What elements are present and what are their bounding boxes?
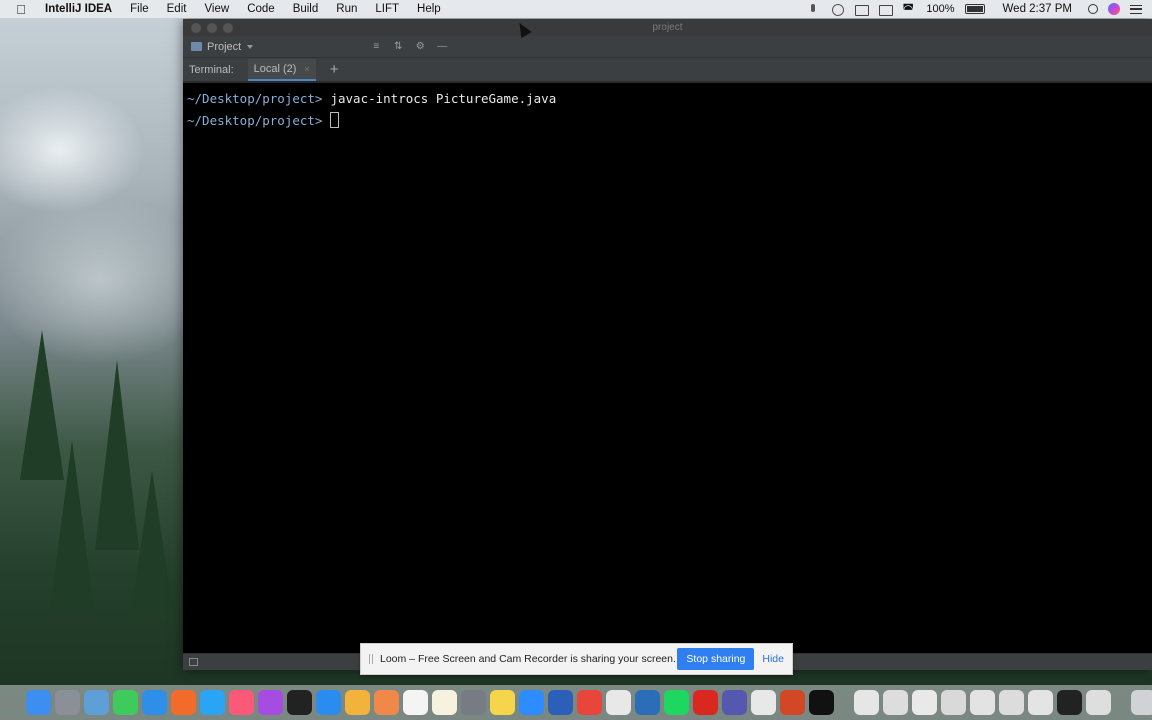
siri-icon[interactable]	[1108, 3, 1120, 15]
shell-prompt: ~/Desktop/project>	[187, 112, 323, 128]
terminal-tab-bar: Terminal: Local (2) × +	[183, 58, 1152, 82]
chat-icon[interactable]	[200, 690, 225, 715]
shell-command: javac-introcs PictureGame.java	[330, 90, 557, 106]
intellij-window: project Project ≡ ⇅ ⚙ — Terminal: Local …	[183, 19, 1152, 670]
loom-status-icon[interactable]	[830, 3, 845, 16]
doc-thumb-6-icon[interactable]	[999, 690, 1024, 715]
terminal-label: Terminal:	[189, 63, 234, 76]
doc-thumb-7-icon[interactable]	[1028, 690, 1053, 715]
appletv-icon[interactable]	[287, 690, 312, 715]
sharing-message: Loom – Free Screen and Cam Recorder is s…	[380, 653, 676, 665]
folder-icon	[191, 42, 202, 51]
collapse-all-icon[interactable]: ≡	[371, 41, 381, 52]
loom-sharing-banner: Loom – Free Screen and Cam Recorder is s…	[360, 643, 793, 675]
tab-local-2[interactable]: Local (2) ×	[247, 58, 316, 81]
messages-icon[interactable]	[113, 690, 138, 715]
text-cursor[interactable]	[330, 112, 340, 128]
menu-code[interactable]: Code	[238, 3, 284, 15]
wifi-icon[interactable]: ◚	[902, 3, 916, 15]
apple-menu-icon[interactable]: 	[14, 2, 28, 17]
chrome-icon[interactable]	[577, 690, 602, 715]
display-icon[interactable]	[878, 4, 894, 16]
terminal-line: ~/Desktop/project> javac-introcs PictureG…	[187, 87, 1148, 109]
scroll-from-source-icon[interactable]: ⇅	[393, 41, 403, 52]
battery-icon[interactable]	[964, 4, 985, 14]
menu-run[interactable]: Run	[327, 3, 366, 15]
gear-icon[interactable]: ⚙	[415, 41, 425, 52]
shell-prompt: ~/Desktop/project>	[187, 90, 323, 106]
menu-file[interactable]: File	[121, 3, 158, 15]
terminal-line: ~/Desktop/project>	[187, 109, 1148, 131]
teams-icon[interactable]	[722, 690, 747, 715]
slack-icon[interactable]	[751, 690, 776, 715]
new-terminal-tab-icon[interactable]: +	[330, 62, 339, 77]
doc-thumb-5-icon[interactable]	[970, 690, 995, 715]
menu-build[interactable]: Build	[284, 3, 328, 15]
acrobat-icon[interactable]	[693, 690, 718, 715]
calendar-icon[interactable]	[403, 690, 428, 715]
doc-thumb-3-icon[interactable]	[912, 690, 937, 715]
window-titlebar[interactable]: project	[183, 19, 1152, 36]
tool-windows-toggle-icon[interactable]	[189, 658, 198, 666]
settings-icon[interactable]	[461, 690, 486, 715]
stop-sharing-button[interactable]: Stop sharing	[677, 648, 755, 670]
dock	[0, 685, 1152, 720]
word-icon[interactable]	[548, 690, 573, 715]
finder-icon[interactable]	[26, 690, 51, 715]
intellij-icon[interactable]	[809, 690, 834, 715]
close-tab-icon[interactable]: ×	[304, 64, 309, 74]
app-menu[interactable]: IntelliJ IDEA	[36, 3, 121, 15]
launchpad-icon[interactable]	[55, 690, 80, 715]
photos-icon[interactable]	[345, 690, 370, 715]
podcasts-icon[interactable]	[258, 690, 283, 715]
trash-icon[interactable]	[1131, 690, 1152, 715]
menu-bar:  IntelliJ IDEA File Edit View Code Buil…	[0, 0, 1152, 18]
stickies-icon[interactable]	[490, 690, 515, 715]
drag-handle-icon[interactable]	[369, 654, 373, 664]
spotify-icon[interactable]	[664, 690, 689, 715]
menu-help[interactable]: Help	[408, 3, 450, 15]
bluejay-icon[interactable]	[635, 690, 660, 715]
chevron-down-icon[interactable]	[247, 44, 254, 49]
wallpaper-tree	[50, 440, 94, 610]
terminal-thumb-icon[interactable]	[1057, 690, 1082, 715]
powerpoint-icon[interactable]	[780, 690, 805, 715]
doc-thumb-4-icon[interactable]	[941, 690, 966, 715]
menu-view[interactable]: View	[195, 3, 238, 15]
appstore-icon[interactable]	[316, 690, 341, 715]
safari-icon[interactable]	[142, 690, 167, 715]
tab-label: Local (2)	[253, 62, 297, 75]
project-toolbar: Project ≡ ⇅ ⚙ —	[183, 36, 1152, 58]
microphone-icon[interactable]	[806, 3, 820, 15]
doc-thumb-8-icon[interactable]	[1086, 690, 1111, 715]
zoom-icon[interactable]	[519, 690, 544, 715]
battery-percent: 100%	[926, 3, 955, 15]
wallpaper-tree	[130, 470, 174, 620]
blocked-icon[interactable]	[606, 690, 631, 715]
menu-lift[interactable]: LIFT	[366, 3, 408, 15]
menu-edit[interactable]: Edit	[158, 3, 196, 15]
hide-panel-icon[interactable]: —	[437, 41, 447, 52]
firefox-icon[interactable]	[171, 690, 196, 715]
doc-thumb-1-icon[interactable]	[854, 690, 879, 715]
notification-center-icon[interactable]	[1130, 4, 1142, 14]
notes-icon[interactable]	[432, 690, 457, 715]
spotlight-search-icon[interactable]	[1088, 4, 1098, 14]
clock[interactable]: Wed 2:37 PM	[1003, 3, 1072, 15]
music-icon[interactable]	[229, 690, 254, 715]
project-view-selector[interactable]: Project	[207, 41, 241, 53]
pinwheel-icon[interactable]	[374, 690, 399, 715]
hide-button[interactable]: Hide	[762, 653, 784, 665]
window-title: project	[652, 22, 683, 33]
screen-mirroring-icon[interactable]	[854, 4, 870, 16]
terminal-output[interactable]: ~/Desktop/project> javac-introcs PictureG…	[183, 83, 1152, 653]
preview-icon[interactable]	[84, 690, 109, 715]
doc-thumb-2-icon[interactable]	[883, 690, 908, 715]
status-menus: ◚ 100% Wed 2:37 PM	[806, 3, 1152, 16]
tool-window-actions: ≡ ⇅ ⚙ —	[371, 41, 447, 52]
